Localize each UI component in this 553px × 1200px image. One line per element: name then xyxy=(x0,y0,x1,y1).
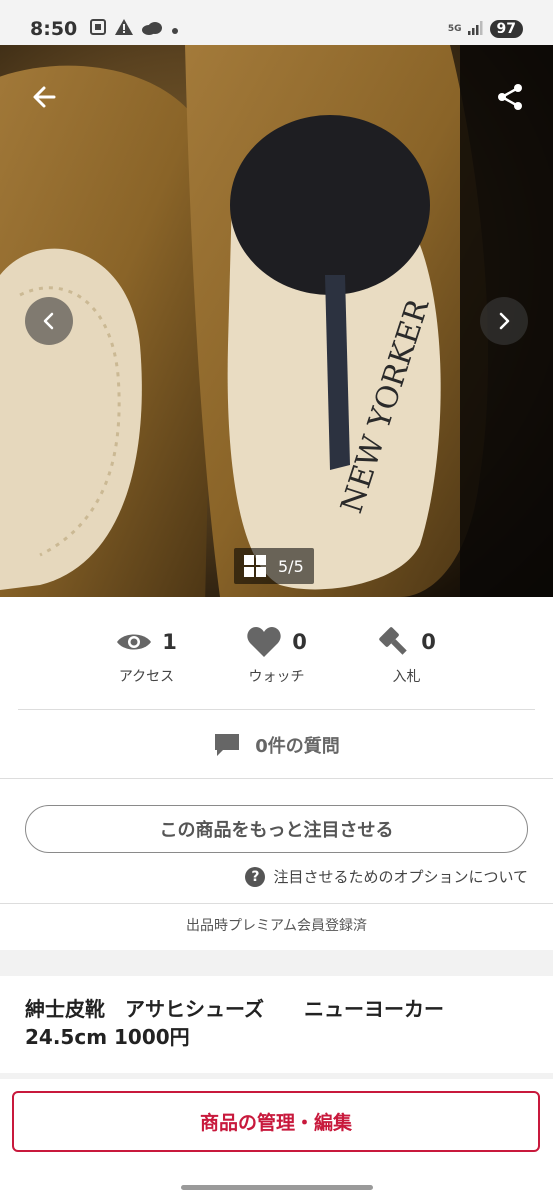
share-icon xyxy=(498,84,522,110)
dot-icon xyxy=(171,20,179,39)
stat-bids: 0 入札 xyxy=(342,620,472,690)
next-photo-button[interactable] xyxy=(480,297,528,345)
divider xyxy=(0,778,553,779)
premium-member-note: 出品時プレミアム会員登録済 xyxy=(185,918,368,934)
section-separator xyxy=(0,950,553,976)
item-title-line-1: 紳士皮靴 アサヒシューズ ニューヨーカー xyxy=(25,997,444,1021)
eye-icon xyxy=(117,634,152,650)
shoe-image: NEW YORKER xyxy=(0,45,553,597)
status-time: 8:50 xyxy=(30,18,78,40)
network-label: 5G xyxy=(447,23,462,34)
access-count: 1 xyxy=(162,630,177,654)
speech-bubble-icon xyxy=(215,734,240,756)
questions-link[interactable]: 0件の質問 xyxy=(0,720,553,770)
prev-photo-button[interactable] xyxy=(25,297,73,345)
chevron-right-icon xyxy=(499,312,510,330)
question-mark-icon: ? xyxy=(245,866,266,887)
promote-help-text: 注目させるためのオプションについて xyxy=(273,868,528,886)
section-separator xyxy=(0,1073,553,1079)
watch-count: 0 xyxy=(292,630,307,654)
battery-badge: 97 xyxy=(489,20,523,38)
item-title: 紳士皮靴 アサヒシューズ ニューヨーカー 24.5cm 1000円 xyxy=(25,995,530,1051)
stat-access: 1 アクセス xyxy=(82,620,212,690)
grid-icon xyxy=(244,555,266,577)
watch-label: ウォッチ xyxy=(248,669,305,685)
divider xyxy=(18,709,535,710)
promote-help-link[interactable]: ? 注目させるためのオプションについて xyxy=(245,866,528,887)
warning-icon xyxy=(115,19,134,39)
promote-item-button[interactable]: この商品をもっと注目させる xyxy=(25,805,528,853)
home-indicator[interactable] xyxy=(181,1185,373,1190)
item-title-line-2: 24.5cm 1000円 xyxy=(25,1025,190,1049)
gavel-icon xyxy=(379,627,407,655)
item-stats: 1 アクセス 0 ウォッチ 0 入札 xyxy=(0,620,553,690)
stat-watch[interactable]: 0 ウォッチ xyxy=(212,620,342,690)
chevron-left-icon xyxy=(43,312,54,330)
bid-count: 0 xyxy=(421,630,436,654)
cloud-icon xyxy=(141,20,163,39)
photo-counter[interactable]: 5/5 xyxy=(234,548,314,584)
arrow-left-icon xyxy=(33,86,56,108)
divider xyxy=(0,903,553,904)
manage-edit-button[interactable]: 商品の管理・編集 xyxy=(12,1091,540,1152)
questions-label: 0件の質問 xyxy=(255,736,340,757)
access-label: アクセス xyxy=(118,669,175,685)
share-button[interactable] xyxy=(486,73,534,121)
product-photo[interactable]: NEW YORKER xyxy=(0,45,553,597)
screenshot-icon xyxy=(89,18,107,40)
heart-icon xyxy=(247,627,281,657)
photo-counter-text: 5/5 xyxy=(278,556,304,576)
back-button[interactable] xyxy=(20,73,68,121)
signal-icon xyxy=(467,20,484,39)
bid-label: 入札 xyxy=(392,669,421,685)
